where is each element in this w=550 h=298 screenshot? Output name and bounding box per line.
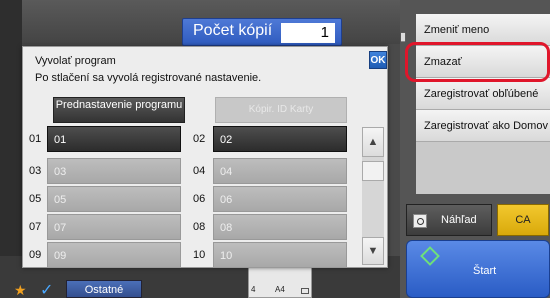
preview-label: Náhľad bbox=[441, 214, 477, 226]
program-button-07[interactable]: 07 bbox=[47, 214, 181, 240]
clear-all-button[interactable]: CA bbox=[497, 204, 549, 236]
program-button-03[interactable]: 03 bbox=[47, 158, 181, 184]
copies-display[interactable]: Počet kópií 1 bbox=[182, 18, 342, 46]
program-button-06[interactable]: 06 bbox=[213, 186, 347, 212]
program-number: 03 bbox=[29, 165, 42, 177]
ok-button[interactable]: OK bbox=[369, 51, 387, 69]
dialog-subtitle: Po stlačení sa vyvolá registrované nasta… bbox=[35, 72, 262, 84]
register-favorite-item[interactable]: Zaregistrovať obľúbené bbox=[416, 78, 550, 110]
paper-size: A4 bbox=[275, 285, 285, 294]
program-button-10[interactable]: 10 bbox=[213, 242, 347, 268]
start-icon bbox=[420, 246, 440, 266]
preview-button[interactable]: Náhľad bbox=[406, 204, 492, 236]
program-button-08[interactable]: 08 bbox=[213, 214, 347, 240]
recall-program-dialog: Vyvolať program Po stlačení sa vyvolá re… bbox=[22, 46, 388, 268]
program-number: 05 bbox=[29, 193, 42, 205]
paper-tray-icon bbox=[301, 288, 309, 294]
check-icon[interactable]: ✓ bbox=[40, 280, 53, 298]
program-button-04[interactable]: 04 bbox=[213, 158, 347, 184]
others-button[interactable]: Ostatné bbox=[66, 280, 142, 298]
preview-icon bbox=[413, 214, 427, 228]
paper-count: 4 bbox=[251, 285, 256, 294]
program-number: 01 bbox=[29, 133, 42, 145]
program-number: 06 bbox=[193, 193, 206, 205]
copies-label: Počet kópií bbox=[193, 22, 273, 39]
register-home-item[interactable]: Zaregistrovať ako Domov bbox=[416, 110, 550, 142]
program-number: 09 bbox=[29, 249, 42, 261]
copies-value[interactable]: 1 bbox=[281, 23, 335, 43]
scroll-up-icon[interactable]: ▲ bbox=[362, 127, 384, 157]
preset-program-button[interactable]: Prednastavenie programu bbox=[53, 97, 185, 123]
program-button-09[interactable]: 09 bbox=[47, 242, 181, 268]
copy-id-card-button: Kópir. ID Karty bbox=[215, 97, 347, 123]
left-strip bbox=[0, 0, 22, 298]
start-label: Štart bbox=[473, 265, 497, 277]
highlight-box bbox=[405, 42, 550, 82]
program-number: 04 bbox=[193, 165, 206, 177]
program-number: 07 bbox=[29, 221, 42, 233]
dialog-title: Vyvolať program bbox=[35, 55, 116, 67]
panel-handle-icon[interactable]: ▮ bbox=[400, 30, 408, 44]
program-button-02[interactable]: 02 bbox=[213, 126, 347, 152]
scroll-thumb[interactable] bbox=[362, 161, 384, 181]
program-number: 08 bbox=[193, 221, 206, 233]
program-button-01[interactable]: 01 bbox=[47, 126, 181, 152]
program-button-05[interactable]: 05 bbox=[47, 186, 181, 212]
program-number: 10 bbox=[193, 249, 206, 261]
star-icon[interactable]: ★ bbox=[14, 282, 27, 298]
start-button[interactable]: Štart bbox=[406, 240, 550, 298]
program-number: 02 bbox=[193, 133, 206, 145]
scroll-down-icon[interactable]: ▼ bbox=[362, 237, 384, 265]
